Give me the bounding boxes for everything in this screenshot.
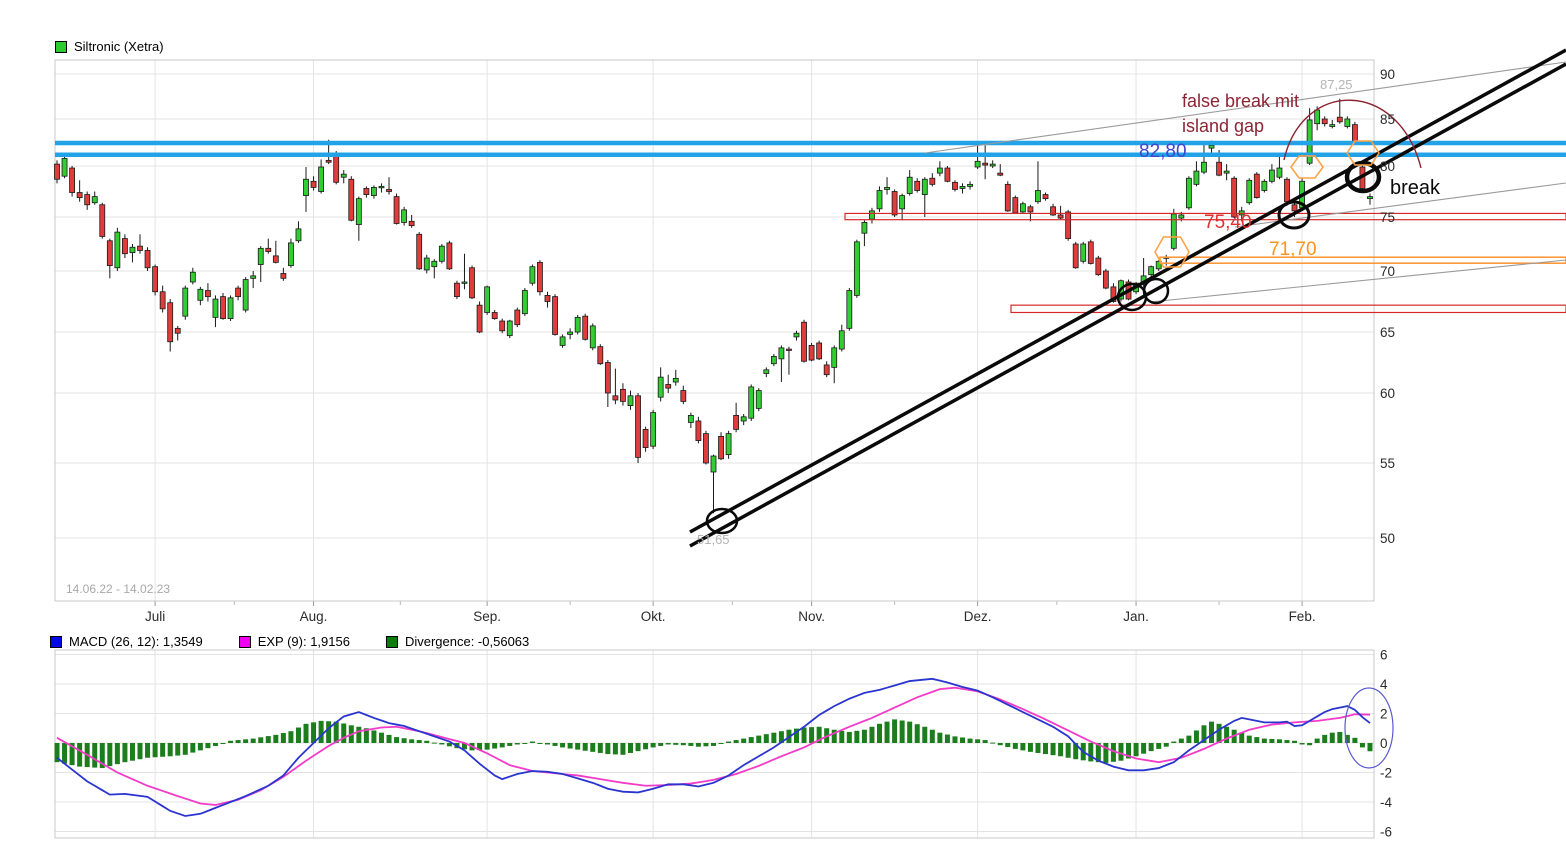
divergence-value-label: Divergence: -0,56063 (405, 634, 529, 649)
month-label: Nov. (798, 609, 825, 624)
price-tick-label: 80 (1380, 159, 1395, 174)
macd-tick-label: -6 (1380, 825, 1392, 840)
annotation-shapes (707, 100, 1421, 533)
price-tick-label: 65 (1380, 325, 1395, 340)
macd-tick-label: 2 (1380, 707, 1388, 722)
macd-panel (55, 679, 1394, 816)
support-resistance-levels (55, 143, 1566, 313)
month-label: Juli (145, 609, 165, 624)
macd-value-label: MACD (26, 12): 1,3549 (69, 634, 203, 649)
support-price-label: 75,40 (1204, 212, 1252, 234)
macd-color-swatch (50, 636, 62, 648)
month-label: Aug. (300, 609, 328, 624)
main-legend: Siltronic (Xetra) (55, 39, 164, 54)
month-label: Okt. (641, 609, 666, 624)
macd-tick-label: 4 (1380, 677, 1388, 692)
macd-legend: MACD (26, 12): 1,3549 EXP (9): 1,9156 Di… (50, 634, 565, 649)
high-price-marker: 87,25 (1320, 77, 1353, 92)
price-tick-label: 50 (1380, 531, 1395, 546)
divergence-legend-item: Divergence: -0,56063 (386, 634, 529, 649)
macd-tick-label: -4 (1380, 795, 1392, 810)
month-label: Feb. (1289, 609, 1316, 624)
macd-legend-item: MACD (26, 12): 1,3549 (50, 634, 203, 649)
gridlines (55, 60, 1374, 838)
divergence-color-swatch (386, 636, 398, 648)
price-tick-label: 70 (1380, 264, 1395, 279)
price-tick-label: 55 (1380, 456, 1395, 471)
exp-color-swatch (239, 636, 251, 648)
price-tick-label: 75 (1380, 210, 1395, 225)
price-tick-label: 85 (1380, 112, 1395, 127)
price-tick-label: 60 (1380, 386, 1395, 401)
macd-tick-label: -2 (1380, 766, 1392, 781)
orange-price-label: 71,70 (1269, 239, 1317, 261)
month-label: Dez. (964, 609, 992, 624)
chart-page: 90 85 80 75 70 65 60 55 50 6 4 2 0 -2 -4 -6 Juli Aug. Sep.… (0, 0, 1566, 842)
macd-tick-label: 0 (1380, 736, 1388, 751)
month-label: Sep. (473, 609, 501, 624)
macd-tick-label: 6 (1380, 648, 1388, 663)
month-label: Jan. (1123, 609, 1149, 624)
exp-legend-item: EXP (9): 1,9156 (239, 634, 350, 649)
break-annotation: break (1390, 177, 1440, 200)
axis-labels: 90 85 80 75 70 65 60 55 50 6 4 2 0 -2 -4 -6 Juli Aug. Sep.… (145, 67, 1395, 840)
false-break-annotation: false break mit island gap (1182, 89, 1332, 139)
resistance-price-label: 82,80 (1139, 141, 1187, 163)
low-price-marker: 51,65 (697, 532, 730, 547)
series-title: Siltronic (Xetra) (74, 39, 164, 54)
exp-value-label: EXP (9): 1,9156 (258, 634, 350, 649)
date-range-label: 14.06.22 - 14.02.23 (66, 582, 170, 596)
series-color-swatch (55, 41, 67, 53)
price-tick-label: 90 (1380, 67, 1395, 82)
